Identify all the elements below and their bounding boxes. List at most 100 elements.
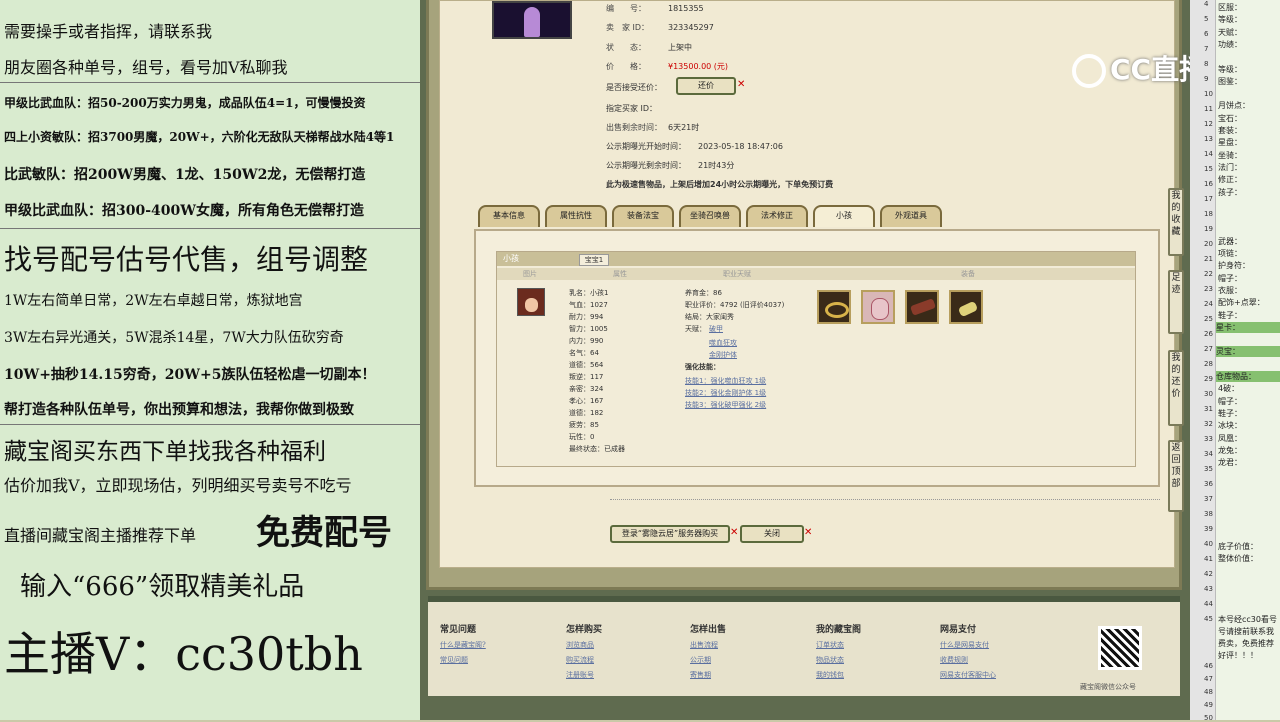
row-number: 26 [1204, 330, 1213, 338]
close-icon: ✕ [804, 527, 813, 538]
sheet-cell[interactable]: 仓库物品： [1216, 371, 1280, 382]
footer-link[interactable]: 浏览商品 [566, 640, 602, 650]
overlay-line: 帮打造各种队伍单号，你出预算和想法，我帮你做到极致 [4, 402, 354, 418]
footer-col-sell: 怎样出售 出售流程 公示期 寄售期 [690, 622, 726, 680]
talent-link[interactable]: 噬血狂攻 [709, 338, 737, 348]
footer-link[interactable]: 我的钱包 [816, 670, 861, 680]
overlay-line: 甲级比武血队：招50-200万实力男鬼，成品队伍4=1，可慢慢投资 [4, 96, 366, 110]
tab-attributes[interactable]: 属性抗性 [545, 205, 607, 227]
sheet-cell[interactable]: 星盘： [1218, 137, 1242, 148]
sheet-cell[interactable]: 坐骑： [1218, 150, 1242, 161]
equipment-ring-icon[interactable] [817, 290, 851, 324]
sheet-cell[interactable]: 修正： [1218, 174, 1242, 185]
sheet-cell[interactable]: 图鉴： [1218, 76, 1242, 87]
sheet-cell[interactable]: 等级： [1218, 64, 1242, 75]
divider [0, 82, 420, 83]
favorites-button[interactable]: 我的收藏 [1168, 188, 1184, 256]
listing-page: 编 号： 1815355 卖 家 ID： 323345297 状 态： 上架中 价 格… [439, 0, 1175, 568]
sheet-cell[interactable]: 项链： [1218, 248, 1242, 259]
sheet-cell[interactable]: 整体价值： [1218, 553, 1258, 564]
child-stat: 疲劳：85 [569, 421, 599, 429]
tab-child-1[interactable]: 宝宝1 [579, 254, 609, 266]
sheet-cell[interactable]: 天赋： [1218, 27, 1242, 38]
sheet-cell[interactable]: 帽子： [1218, 396, 1242, 407]
sheet-cell[interactable]: 武器： [1218, 236, 1242, 247]
sheet-cell[interactable]: 冰块： [1218, 420, 1242, 431]
close-button[interactable]: 关闭 [740, 525, 804, 543]
footer-link[interactable]: 注册账号 [566, 670, 602, 680]
skill-link[interactable]: 技能2：强化金刚护体 1级 [685, 388, 766, 398]
tab-child[interactable]: 小孩 [813, 205, 875, 227]
sheet-cell[interactable]: 底子价值： [1218, 541, 1258, 552]
tab-basic-info[interactable]: 基本信息 [478, 205, 540, 227]
row-number: 47 [1204, 675, 1213, 683]
sheet-cell[interactable]: 帽子： [1218, 273, 1242, 284]
listing-notice: 此为极速售物品，上架后增加24小时公示期曝光，下单免预订费 [606, 180, 834, 189]
footer-link[interactable]: 出售流程 [690, 640, 726, 650]
footer-link[interactable]: 订单状态 [816, 640, 861, 650]
sheet-cell[interactable]: 配饰+点翠： [1218, 297, 1265, 308]
sheet-cell[interactable]: 区服： [1218, 2, 1242, 13]
skill-link[interactable]: 技能1：强化噬血狂攻 1级 [685, 376, 766, 386]
equipment-charm-icon[interactable] [949, 290, 983, 324]
field-counter-offer: 是否接受还价： [606, 83, 662, 92]
footer-link[interactable]: 寄售期 [690, 670, 726, 680]
row-number: 13 [1204, 135, 1213, 143]
sheet-cell[interactable]: 凤凰： [1218, 433, 1242, 444]
row-number: 32 [1204, 420, 1213, 428]
equipment-scroll-icon[interactable] [905, 290, 939, 324]
footer-link[interactable]: 收费规则 [940, 655, 996, 665]
child-stat: 气血：1027 [569, 301, 608, 309]
sheet-cell[interactable]: 套装： [1218, 125, 1242, 136]
row-number: 35 [1204, 465, 1213, 473]
tab-spells[interactable]: 法术修正 [746, 205, 808, 227]
row-number: 49 [1204, 701, 1213, 709]
sheet-cell[interactable]: 护身符： [1218, 260, 1250, 271]
footer-title: 网易支付 [940, 625, 977, 635]
footer-link[interactable]: 物品状态 [816, 655, 861, 665]
sheet-cell[interactable]: 月饼点： [1218, 100, 1250, 111]
qr-code [1098, 626, 1142, 670]
tab-equipment[interactable]: 装备法宝 [612, 205, 674, 227]
footer-link[interactable]: 什么是网易支付 [940, 640, 996, 650]
child-ending: 结局：大家闺秀 [685, 313, 734, 321]
equipment-pouch-icon[interactable] [861, 290, 895, 324]
talent-link[interactable]: 破甲 [709, 324, 723, 334]
sheet-note: 好评！！！ [1218, 651, 1258, 660]
child-stat: 乳名：小孩1 [569, 289, 609, 297]
history-button[interactable]: 足迹 [1168, 270, 1184, 334]
sheet-cell[interactable]: 鞋子： [1218, 408, 1242, 419]
sheet-cell[interactable]: 孩子： [1218, 187, 1242, 198]
column-header: 装备 [961, 270, 975, 278]
sheet-note: 号请搜前联系我 [1218, 627, 1274, 636]
sheet-cell[interactable]: 星卡： [1216, 321, 1280, 333]
footer-link[interactable]: 常见问题 [440, 655, 486, 665]
footer-link[interactable]: 什么是藏宝阁? [440, 640, 486, 650]
overlay-line: 直播间藏宝阁主播推荐下单 [4, 526, 197, 545]
counter-offer-button[interactable]: 还价 [676, 77, 736, 95]
row-number: 34 [1204, 450, 1213, 458]
my-offers-button[interactable]: 我的还价 [1168, 350, 1184, 426]
back-to-top-button[interactable]: 返回顶部 [1168, 440, 1184, 512]
sheet-cell[interactable]: 4破： [1218, 383, 1239, 394]
buy-button[interactable]: 登录“雾隐云居”服务器购买 [610, 525, 730, 543]
footer-link[interactable]: 网易支付客服中心 [940, 670, 996, 680]
sheet-cell[interactable]: 龙君： [1218, 457, 1242, 468]
sheet-cell[interactable]: 功绩： [1218, 39, 1242, 50]
sheet-cell[interactable]: 法门： [1218, 162, 1242, 173]
skill-link[interactable]: 技能3：强化破甲强化 2级 [685, 400, 766, 410]
footer-link[interactable]: 购买流程 [566, 655, 602, 665]
tab-appearance[interactable]: 外观道具 [880, 205, 942, 227]
field-status: 状 态： 上架中 [606, 43, 692, 52]
row-number: 48 [1204, 688, 1213, 696]
footer-link[interactable]: 公示期 [690, 655, 726, 665]
row-number: 16 [1204, 180, 1213, 188]
talent-link[interactable]: 金刚护体 [709, 350, 737, 360]
sheet-cell[interactable]: 宝石： [1218, 113, 1242, 124]
sheet-cell[interactable]: 灵宝： [1216, 346, 1280, 358]
sheet-cell[interactable]: 龙兔： [1218, 445, 1242, 456]
sheet-cell[interactable]: 等级： [1218, 14, 1242, 25]
tab-mounts[interactable]: 坐骑召唤兽 [679, 205, 741, 227]
sheet-cell[interactable]: 衣服： [1218, 285, 1242, 296]
sheet-cell[interactable]: 鞋子： [1218, 310, 1242, 321]
